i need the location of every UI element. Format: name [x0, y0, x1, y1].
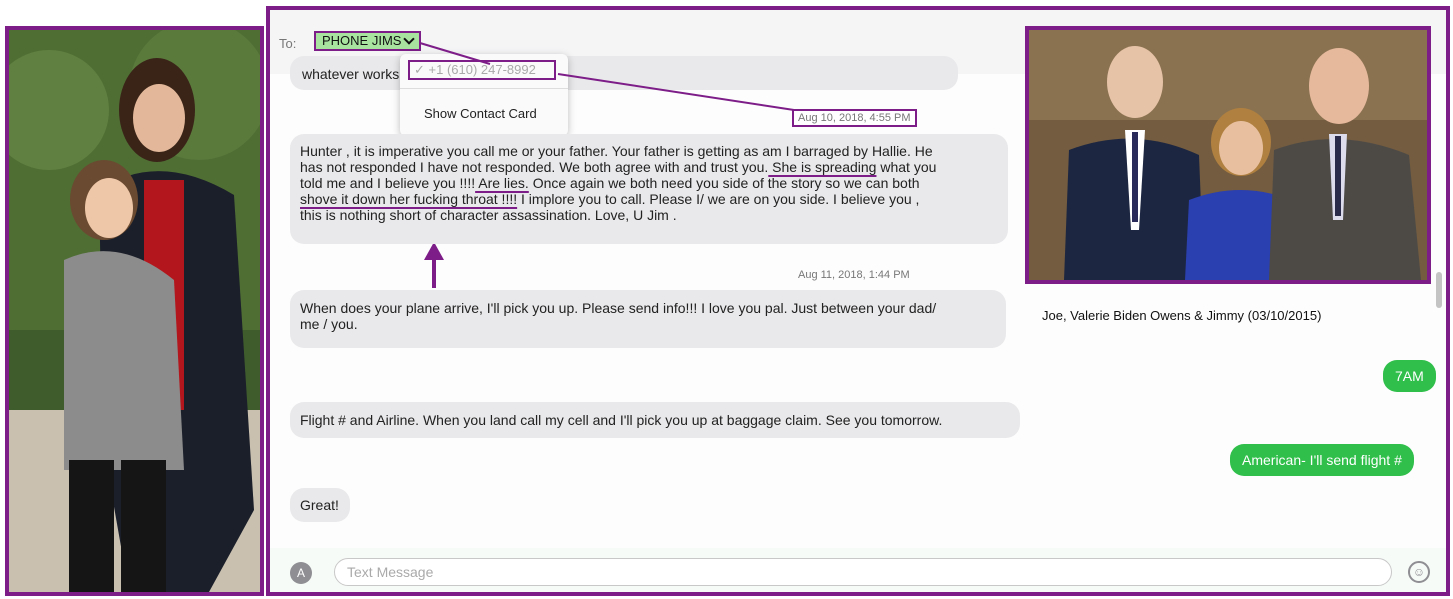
message-input[interactable] — [334, 558, 1392, 586]
overlay-photo — [1025, 26, 1431, 284]
message-bubble-3: Flight # and Airline. When you land call… — [290, 402, 1020, 438]
photo-woman-and-girl — [9, 30, 260, 592]
messages-window: To: PHONE JIMS whatever works ✓ +1 (610)… — [266, 6, 1450, 596]
message-bubble-2: When does your plane arrive, I'll pick y… — [290, 290, 1006, 348]
sent-bubble-7am: 7AM — [1383, 360, 1436, 392]
timestamp-aug-10: Aug 10, 2018, 4:55 PM — [792, 109, 917, 127]
photo-three-people — [1029, 30, 1427, 280]
left-photo — [5, 26, 264, 596]
message-bubble-1: Hunter , it is imperative you call me or… — [290, 134, 1008, 244]
scrollbar[interactable] — [1436, 272, 1442, 308]
highlight-throat: shove it down her fucking throat !!!! — [300, 191, 518, 207]
highlight-she-is-spreading: She is spreading — [768, 159, 877, 175]
highlight-are-lies: Are lies. — [475, 175, 529, 191]
message-bubble-4: Great! — [290, 488, 350, 522]
sent-bubble-american: American- I'll send flight # — [1230, 444, 1414, 476]
photo-caption: Joe, Valerie Biden Owens & Jimmy (03/10/… — [1042, 308, 1322, 323]
app-store-icon[interactable]: A — [290, 562, 312, 584]
emoji-icon[interactable]: ☺ — [1408, 561, 1430, 583]
compose-bar: A ☺ — [270, 548, 1446, 592]
timestamp-aug-11: Aug 11, 2018, 1:44 PM — [798, 269, 910, 281]
